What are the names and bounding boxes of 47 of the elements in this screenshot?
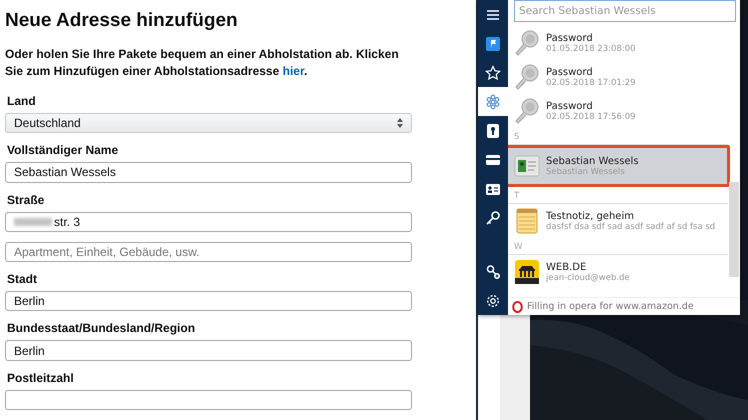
blurred-text xyxy=(14,218,52,226)
settings-icon[interactable] xyxy=(485,292,501,308)
network-icon[interactable] xyxy=(485,94,501,110)
item-title: Password xyxy=(546,100,594,112)
key-icon xyxy=(514,64,540,90)
key-icon xyxy=(514,30,540,56)
notepad-icon xyxy=(514,208,540,234)
item-subtitle: 01.05.2018 23:08:00 xyxy=(546,44,636,54)
input-field[interactable] xyxy=(5,390,412,410)
field-label: Straße xyxy=(7,192,46,207)
item-subtitle: dasfsf dsa sdf sad asdf sadf af sd fsa sd xyxy=(546,222,716,232)
input-field[interactable]: Apartment, Einheit, Gebäude, usw. xyxy=(5,242,412,262)
here-link[interactable]: hier xyxy=(282,64,304,78)
item-subtitle: 02.05.2018 17:01:29 xyxy=(546,78,636,88)
key-icon xyxy=(514,98,540,124)
key-add-icon[interactable] xyxy=(485,264,501,280)
item-title: WEB.DE xyxy=(546,262,588,272)
ring-logo-icon xyxy=(512,300,523,312)
field-label: Bundesstaat/Bundesland/Region xyxy=(7,321,196,336)
input-field[interactable]: Sebastian Wessels xyxy=(5,162,412,183)
item-title: Testnotiz, geheim xyxy=(546,210,635,222)
field-label: Stadt xyxy=(7,272,38,286)
field-label: Postleitzahl xyxy=(7,370,75,385)
item-subtitle: jean-cloud@web.de xyxy=(546,272,630,282)
sort-caret-icon xyxy=(397,118,403,128)
building-logo-icon xyxy=(514,259,540,285)
item-title: Password xyxy=(546,32,594,44)
input-field[interactable]: Berlin xyxy=(5,340,412,361)
flag-icon[interactable] xyxy=(485,36,501,52)
keyhole-icon[interactable] xyxy=(485,122,501,138)
id-badge-icon xyxy=(514,153,540,179)
item-subtitle: 02.05.2018 17:56:09 xyxy=(546,112,636,122)
field-label: Vollständiger Name xyxy=(7,143,120,158)
list-item[interactable]: Sebastian Wessels Sebastian Wessels xyxy=(508,145,730,187)
search-field[interactable]: Search Sebastian Wessels xyxy=(514,0,736,22)
status-text: Filling in opera for www.amazon.de xyxy=(527,301,694,312)
page-title: Neue Adresse hinzufügen xyxy=(5,10,239,32)
input-field[interactable]: str. 3 xyxy=(5,212,412,232)
item-subtitle: Sebastian Wessels xyxy=(546,166,626,176)
star-icon[interactable] xyxy=(485,64,501,80)
key-icon[interactable] xyxy=(485,210,501,226)
intro-text: Oder holen Sie Ihre Pakete bequem an einer Abholstation ab. Klicken Sie zum Hinzufügen einer Abholstationsadresse hier. xyxy=(5,46,400,80)
item-title: Password xyxy=(546,66,594,78)
country-select[interactable]: Deutschland xyxy=(5,113,412,134)
input-field[interactable]: Berlin xyxy=(5,291,412,312)
field-label: Land xyxy=(7,94,37,108)
item-title: Sebastian Wessels xyxy=(546,156,639,166)
